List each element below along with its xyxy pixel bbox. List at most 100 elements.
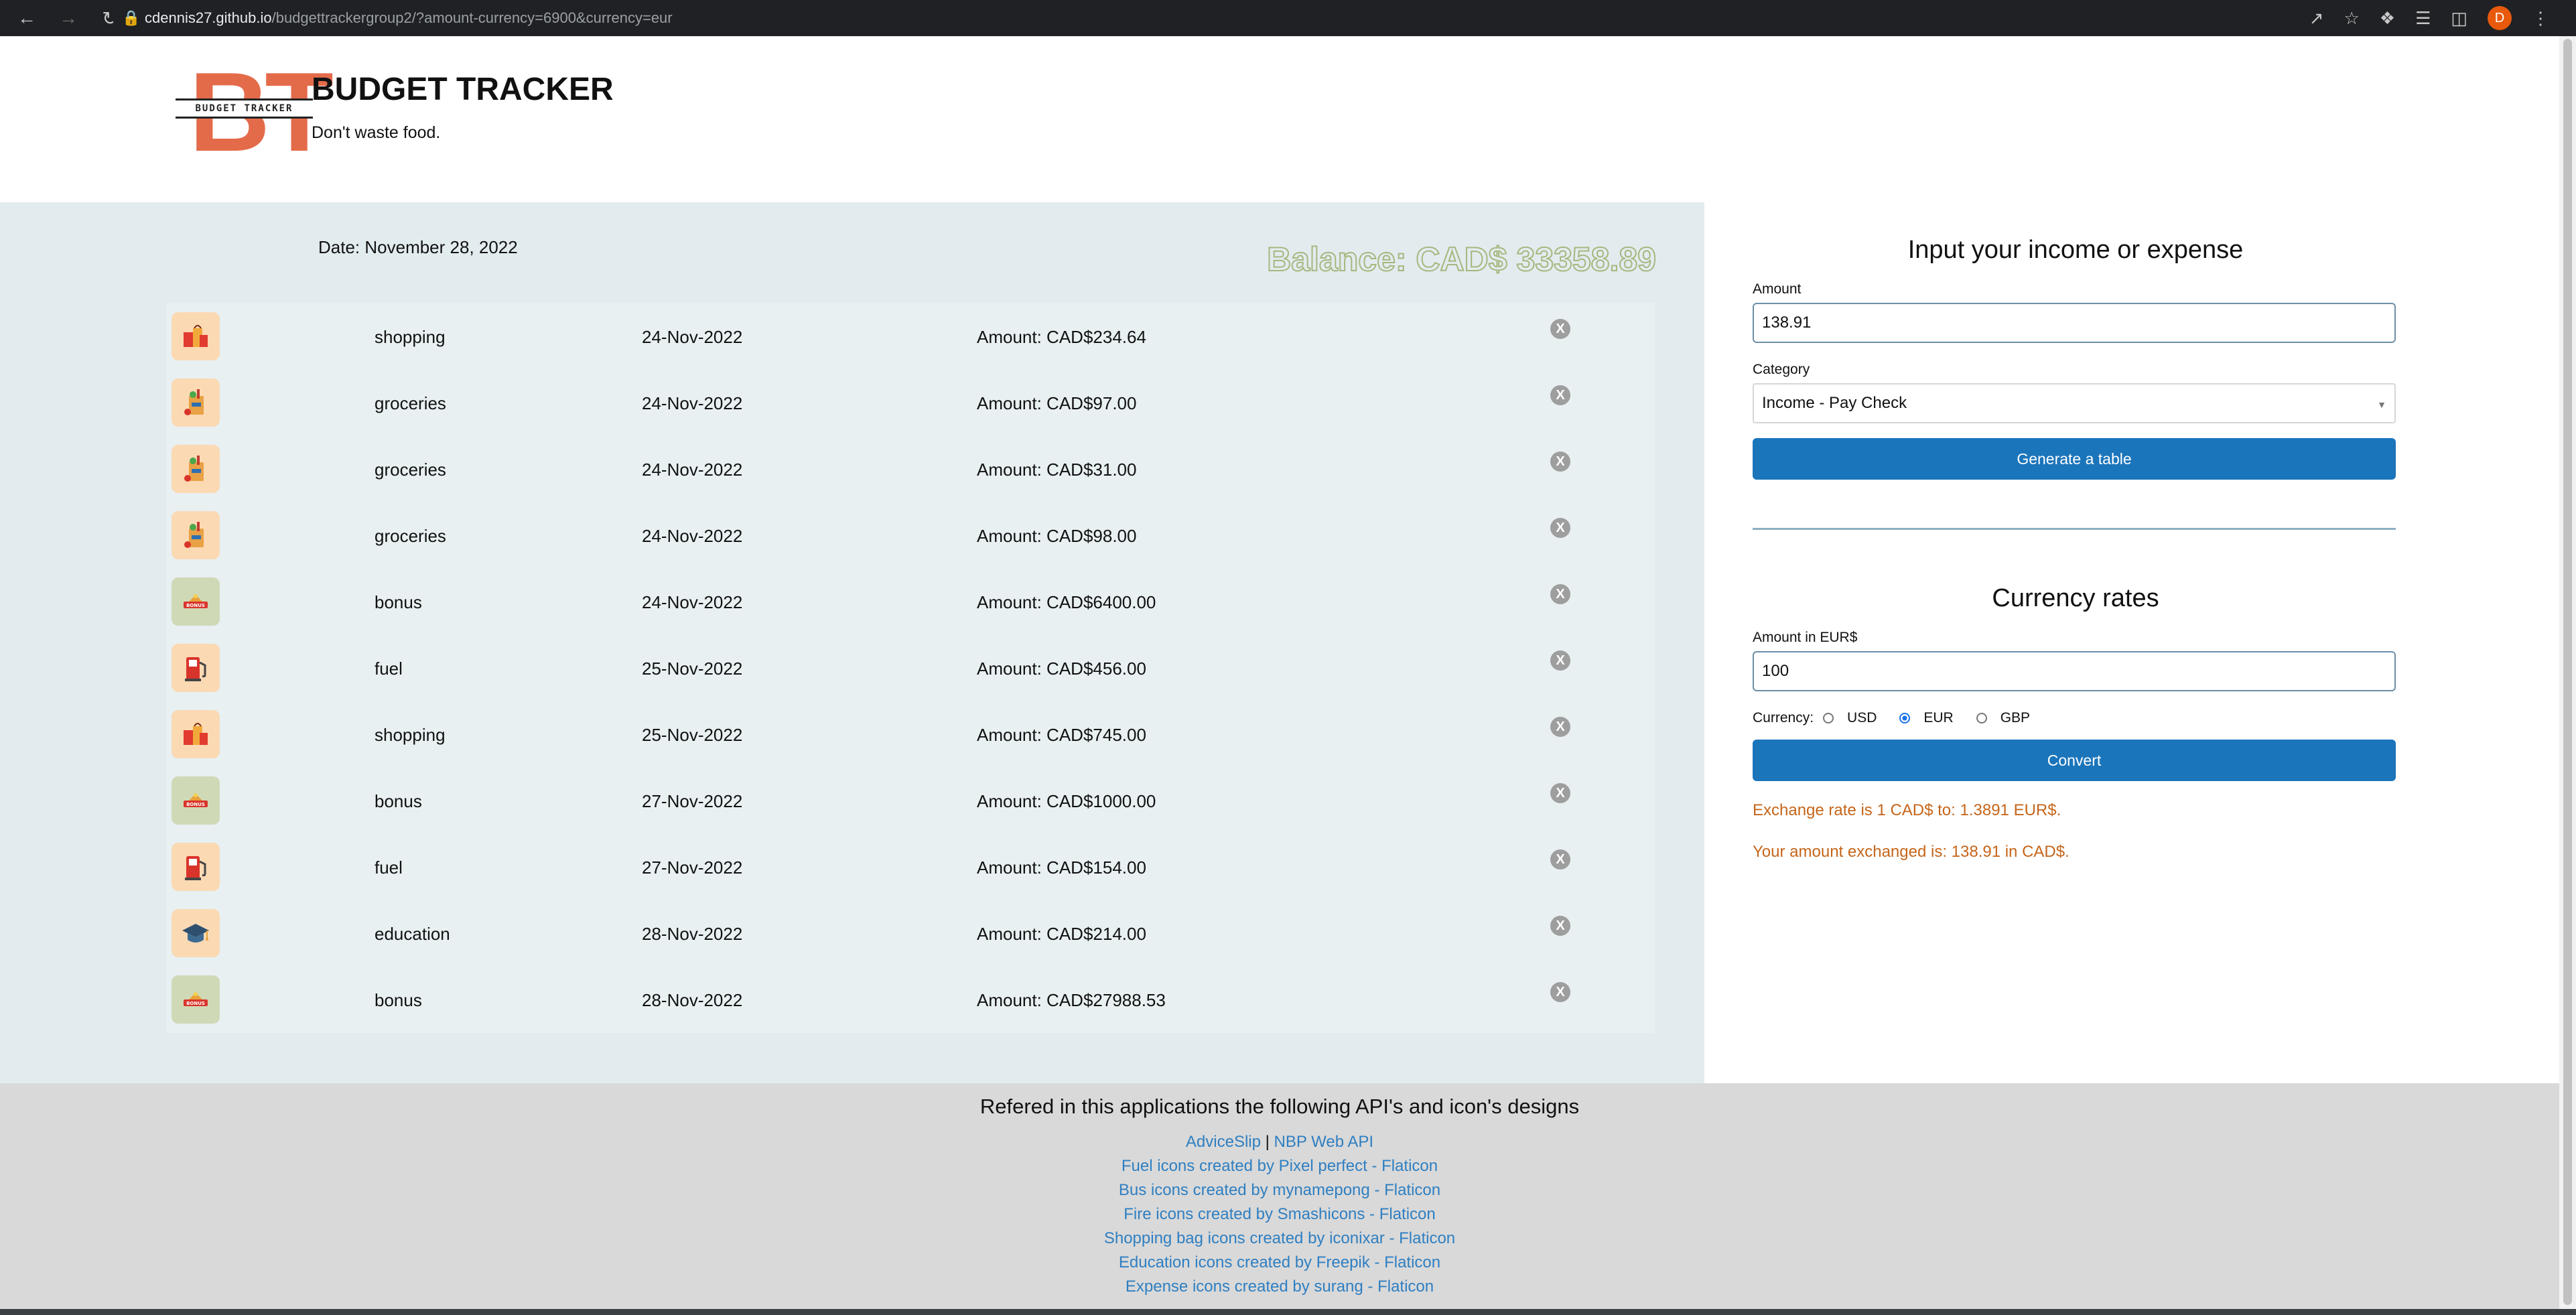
transaction-category: bonus [375,990,422,1010]
footer-heading: Refered in this applications the followi… [979,1095,1580,1118]
convert-button[interactable]: Convert [1753,740,2396,781]
site-tagline: Don't waste food. [312,123,441,142]
bookmark-star-icon[interactable]: ☆ [2344,8,2359,29]
transaction-row: BONUS bonus 28-Nov-2022 Amount: CAD$27988.5… [166,966,1655,1032]
delete-transaction-button[interactable]: X [1550,916,1570,936]
browser-toolbar: ← → ↻ 🔒 cdennis27.github.io/budgettracke… [0,0,2576,36]
transaction-row: education 28-Nov-2022 Amount: CAD$214.00 X [166,900,1655,966]
nbp-api-link[interactable]: NBP Web API [1274,1133,1374,1151]
transaction-date: 24-Nov-2022 [642,460,743,480]
transaction-row: groceries 24-Nov-2022 Amount: CAD$98.00 X [166,502,1655,568]
transaction-amount: Amount: CAD$1000.00 [977,791,1156,811]
delete-transaction-button[interactable]: X [1550,385,1570,405]
svg-text:BONUS: BONUS [186,603,205,608]
transaction-date: 28-Nov-2022 [642,924,743,944]
address-bar[interactable]: 🔒 cdennis27.github.io/budgettrackergroup… [113,4,2377,32]
transaction-amount: Amount: CAD$31.00 [977,460,1137,480]
transaction-row: BONUS bonus 27-Nov-2022 Amount: CAD$1000.00… [166,767,1655,833]
transaction-amount: Amount: CAD$745.00 [977,725,1146,745]
transaction-date: 24-Nov-2022 [642,526,743,546]
transaction-row: fuel 27-Nov-2022 Amount: CAD$154.00 X [166,833,1655,900]
lock-icon: 🔒 [122,9,141,26]
radio-eur[interactable] [1899,713,1911,723]
forward-icon[interactable]: → [56,7,80,29]
delete-transaction-button[interactable]: X [1550,650,1570,671]
currency-label: Currency: [1753,710,1814,725]
exchange-rate-text: Exchange rate is 1 CAD$ to: 1.3891 EUR$. [1753,801,2061,819]
transaction-date: 25-Nov-2022 [642,725,743,745]
transaction-amount: Amount: CAD$234.64 [977,327,1146,347]
share-icon[interactable]: ↗ [2309,8,2324,29]
radio-gbp-label: GBP [2000,710,2031,725]
fuel-icon [172,843,220,891]
extensions-icon[interactable]: ❖ [2380,8,2395,29]
back-icon[interactable]: ← [15,7,39,29]
exchange-result-text: Your amount exchanged is: 138.91 in CAD$… [1753,843,2070,861]
reading-list-icon[interactable]: ☰ [2415,8,2431,29]
profile-avatar[interactable]: D [2488,6,2512,30]
radio-gbp[interactable] [1976,713,1987,723]
api-links-row: AdviceSlip | NBP Web API [0,1130,2559,1154]
side-panel-icon[interactable]: ◫ [2451,8,2467,29]
bonus-icon: BONUS [172,975,220,1024]
transaction-amount: Amount: CAD$6400.00 [977,592,1156,612]
transaction-category: bonus [375,791,422,811]
transaction-row: fuel 25-Nov-2022 Amount: CAD$456.00 X [166,634,1655,701]
credit-link-bus[interactable]: Bus icons created by mynamepong - Flatic… [0,1178,2559,1202]
transaction-row: BONUS bonus 24-Nov-2022 Amount: CAD$6400.00… [166,568,1655,634]
site-logo: BT BUDGET TRACKER [176,56,334,168]
amount-label: Amount [1753,281,1802,297]
transaction-row: groceries 24-Nov-2022 Amount: CAD$31.00 X [166,435,1655,502]
currency-amount-label: Amount in EUR$ [1753,630,1858,645]
menu-kebab-icon[interactable]: ⋮ [2532,8,2549,29]
delete-transaction-button[interactable]: X [1550,849,1570,870]
transaction-category: groceries [375,393,446,413]
delete-transaction-button[interactable]: X [1550,982,1570,1002]
transaction-amount: Amount: CAD$27988.53 [977,990,1166,1010]
adviceslip-link[interactable]: AdviceSlip [1186,1133,1261,1151]
transaction-date: 24-Nov-2022 [642,327,743,347]
window-bottom-edge [0,1309,2576,1315]
transaction-category: education [375,924,450,944]
footer-links: AdviceSlip | NBP Web API Fuel icons crea… [0,1130,2559,1299]
transaction-category: fuel [375,857,403,878]
logo-band: BUDGET TRACKER [176,98,313,119]
amount-input[interactable]: 138.91 [1753,303,2396,343]
transaction-category: groceries [375,460,446,480]
transaction-row: shopping 25-Nov-2022 Amount: CAD$745.00 X [166,701,1655,767]
svg-text:BONUS: BONUS [186,802,205,807]
currency-rates-heading: Currency rates [1992,584,2159,612]
credit-link-education[interactable]: Education icons created by Freepik - Fla… [0,1251,2559,1275]
page-scrollbar[interactable] [2559,36,2576,1309]
delete-transaction-button[interactable]: X [1550,783,1570,803]
url-path: /budgettrackergroup2/?amount-currency=69… [271,9,673,26]
category-select[interactable]: Income - Pay Check ▼ [1753,383,2396,423]
delete-transaction-button[interactable]: X [1550,319,1570,339]
transaction-category: groceries [375,526,446,546]
radio-usd-label: USD [1847,710,1877,725]
credit-link-shopping[interactable]: Shopping bag icons created by iconixar -… [0,1227,2559,1251]
delete-transaction-button[interactable]: X [1550,518,1570,538]
transaction-category: bonus [375,592,422,612]
form-divider [1753,528,2396,530]
delete-transaction-button[interactable]: X [1550,584,1570,604]
category-label: Category [1753,362,1810,377]
transaction-row: shopping 24-Nov-2022 Amount: CAD$234.64 X [166,303,1655,369]
page-footer: Refered in this applications the followi… [0,1083,2559,1309]
scrollbar-thumb[interactable] [2563,39,2572,1305]
transaction-category: fuel [375,659,403,679]
chevron-down-icon: ▼ [2377,399,2386,410]
transaction-category: shopping [375,327,446,347]
transaction-date: 27-Nov-2022 [642,857,743,878]
credit-link-fire[interactable]: Fire icons created by Smashicons - Flati… [0,1202,2559,1227]
site-header: BT BUDGET TRACKER BUDGET TRACKER Don't w… [0,36,2559,202]
delete-transaction-button[interactable]: X [1550,717,1570,737]
transactions-panel: Date: November 28, 2022 Balance: CAD$ 33… [0,202,1704,1083]
credit-link-expense[interactable]: Expense icons created by surang - Flatic… [0,1275,2559,1299]
currency-amount-input[interactable]: 100 [1753,651,2396,691]
delete-transaction-button[interactable]: X [1550,452,1570,472]
transaction-amount: Amount: CAD$97.00 [977,393,1137,413]
radio-usd[interactable] [1823,713,1834,723]
generate-table-button[interactable]: Generate a table [1753,438,2396,480]
credit-link-fuel[interactable]: Fuel icons created by Pixel perfect - Fl… [0,1154,2559,1178]
